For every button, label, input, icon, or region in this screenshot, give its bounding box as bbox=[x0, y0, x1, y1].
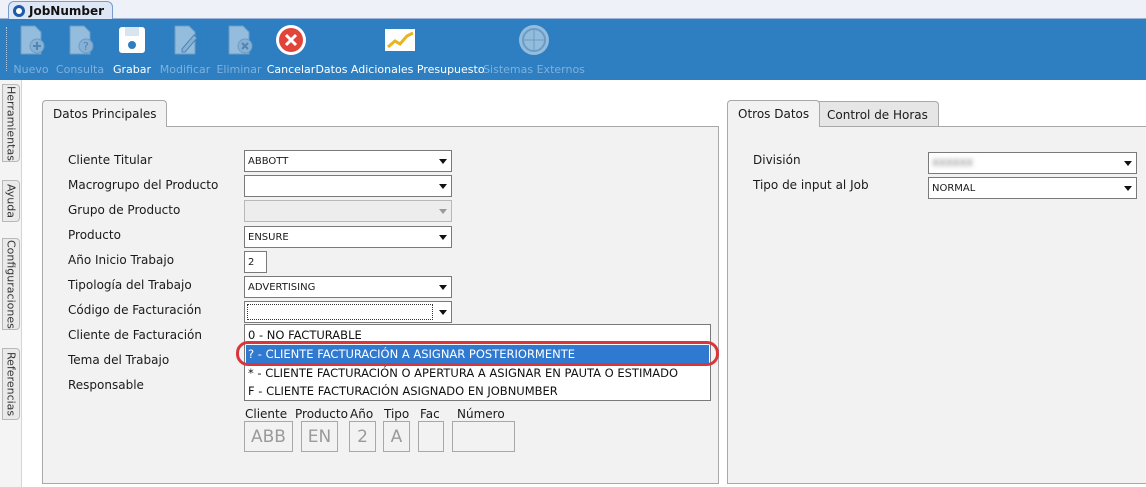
side-tab-bar: Herramientas Ayuda Configuraciones Refer… bbox=[0, 80, 22, 487]
window-tab-strip: JobNumber bbox=[0, 0, 1146, 19]
code-header-numero: Número bbox=[457, 407, 505, 421]
codigo-facturacion-select[interactable] bbox=[244, 301, 452, 323]
code-numero-box bbox=[452, 421, 515, 452]
delete-button-label: Eliminar bbox=[216, 63, 262, 76]
codigo-facturacion-label: Código de Facturación bbox=[68, 303, 202, 317]
side-tab-herramientas[interactable]: Herramientas bbox=[2, 84, 20, 162]
grupo-producto-label: Grupo de Producto bbox=[68, 203, 181, 217]
new-document-icon bbox=[14, 23, 48, 57]
edit-button-label: Modificar bbox=[159, 63, 211, 76]
new-button-label: Nuevo bbox=[13, 63, 49, 76]
chevron-down-icon bbox=[439, 285, 447, 290]
document-tab-jobnumber[interactable]: JobNumber bbox=[8, 1, 114, 19]
code-fac-box bbox=[418, 421, 444, 452]
code-header-producto: Producto bbox=[295, 407, 348, 421]
tab-otros-datos[interactable]: Otros Datos bbox=[727, 100, 821, 127]
edit-document-icon bbox=[168, 23, 202, 57]
side-tab-ayuda[interactable]: Ayuda bbox=[2, 180, 20, 222]
responsable-label: Responsable bbox=[68, 378, 144, 392]
chart-line-icon bbox=[383, 23, 417, 57]
producto-select[interactable]: ENSURE bbox=[244, 226, 452, 248]
query-button[interactable]: ? Consulta bbox=[56, 19, 104, 80]
external-systems-button[interactable]: Sistemas Externos bbox=[483, 19, 585, 80]
tipologia-select[interactable]: ADVERTISING bbox=[244, 276, 452, 298]
focus-rect bbox=[247, 304, 433, 320]
macrogrupo-select[interactable] bbox=[244, 175, 452, 197]
side-tab-referencias[interactable]: Referencias bbox=[2, 348, 20, 420]
code-header-fac: Fac bbox=[420, 407, 440, 421]
dropdown-option-asignar-posteriormente[interactable]: ? - CLIENTE FACTURACIÓN A ASIGNAR POSTER… bbox=[246, 345, 709, 363]
save-button-label: Grabar bbox=[112, 63, 152, 76]
chevron-down-icon bbox=[439, 159, 447, 164]
division-label: División bbox=[753, 153, 801, 167]
dropdown-option-no-facturable[interactable]: 0 - NO FACTURABLE bbox=[246, 326, 709, 344]
cliente-facturacion-label: Cliente de Facturación bbox=[68, 328, 202, 342]
code-header-cliente: Cliente bbox=[245, 407, 288, 421]
main-toolbar: Nuevo ? Consulta Grabar Modificar Elimin… bbox=[0, 19, 1146, 80]
budget-extra-data-button[interactable]: Datos Adicionales Presupuesto bbox=[315, 19, 485, 80]
code-producto-box: EN bbox=[301, 421, 338, 452]
code-header-tipo: Tipo bbox=[384, 407, 410, 421]
code-cliente-box: ABB bbox=[244, 421, 293, 452]
budget-extra-data-label: Datos Adicionales Presupuesto bbox=[315, 63, 485, 76]
anio-inicio-label: Año Inicio Trabajo bbox=[68, 253, 175, 267]
dropdown-option-asignado-jobnumber[interactable]: F - CLIENTE FACTURACIÓN ASIGNADO EN JOBN… bbox=[246, 382, 709, 400]
chevron-down-icon bbox=[1124, 161, 1132, 166]
save-button[interactable]: Grabar bbox=[112, 19, 152, 80]
app-logo-icon bbox=[13, 4, 25, 17]
delete-button[interactable]: Eliminar bbox=[216, 19, 262, 80]
tema-trabajo-label: Tema del Trabajo bbox=[68, 353, 170, 367]
grupo-producto-select[interactable] bbox=[244, 200, 452, 222]
tipo-input-label: Tipo de input al Job bbox=[753, 178, 869, 192]
code-header-anio: Año bbox=[350, 407, 374, 421]
toolbar-grip[interactable] bbox=[6, 27, 9, 71]
anio-inicio-input[interactable]: 2 bbox=[244, 251, 267, 273]
dropdown-option-pauta-estimado[interactable]: * - CLIENTE FACTURACIÓN O APERTURA A ASI… bbox=[246, 364, 709, 382]
globe-icon bbox=[517, 23, 551, 57]
svg-text:?: ? bbox=[83, 40, 89, 53]
cancel-circle-icon bbox=[274, 23, 308, 57]
code-anio-box: 2 bbox=[349, 421, 376, 452]
codigo-facturacion-dropdown-list: 0 - NO FACTURABLE ? - CLIENTE FACTURACIÓ… bbox=[244, 324, 711, 401]
chevron-down-icon bbox=[1124, 186, 1132, 191]
document-tab-label: JobNumber bbox=[29, 3, 105, 18]
query-document-icon: ? bbox=[63, 23, 97, 57]
code-tipo-box: A bbox=[383, 421, 410, 452]
division-select[interactable]: XXXXXX bbox=[928, 152, 1137, 174]
delete-document-icon bbox=[222, 23, 256, 57]
tipo-input-select[interactable]: NORMAL bbox=[928, 177, 1137, 199]
tab-control-de-horas[interactable]: Control de Horas bbox=[816, 101, 939, 127]
query-button-label: Consulta bbox=[55, 63, 105, 76]
edit-button[interactable]: Modificar bbox=[160, 19, 210, 80]
cliente-titular-label: Cliente Titular bbox=[68, 153, 153, 167]
side-tab-configuraciones[interactable]: Configuraciones bbox=[2, 238, 20, 330]
tab-datos-principales[interactable]: Datos Principales bbox=[42, 100, 168, 127]
chevron-down-icon bbox=[439, 209, 447, 214]
tipologia-label: Tipología del Trabajo bbox=[68, 278, 192, 292]
producto-label: Producto bbox=[68, 228, 121, 242]
external-systems-label: Sistemas Externos bbox=[483, 63, 585, 76]
save-floppy-icon bbox=[115, 23, 149, 57]
cancel-button[interactable]: Cancelar bbox=[266, 19, 316, 80]
new-button[interactable]: Nuevo bbox=[13, 19, 49, 80]
chevron-down-icon bbox=[439, 235, 447, 240]
macrogrupo-label: Macrogrupo del Producto bbox=[68, 178, 219, 192]
chevron-down-icon bbox=[439, 310, 447, 315]
chevron-down-icon bbox=[439, 184, 447, 189]
cancel-button-label: Cancelar bbox=[266, 63, 316, 76]
cliente-titular-select[interactable]: ABBOTT bbox=[244, 150, 452, 172]
